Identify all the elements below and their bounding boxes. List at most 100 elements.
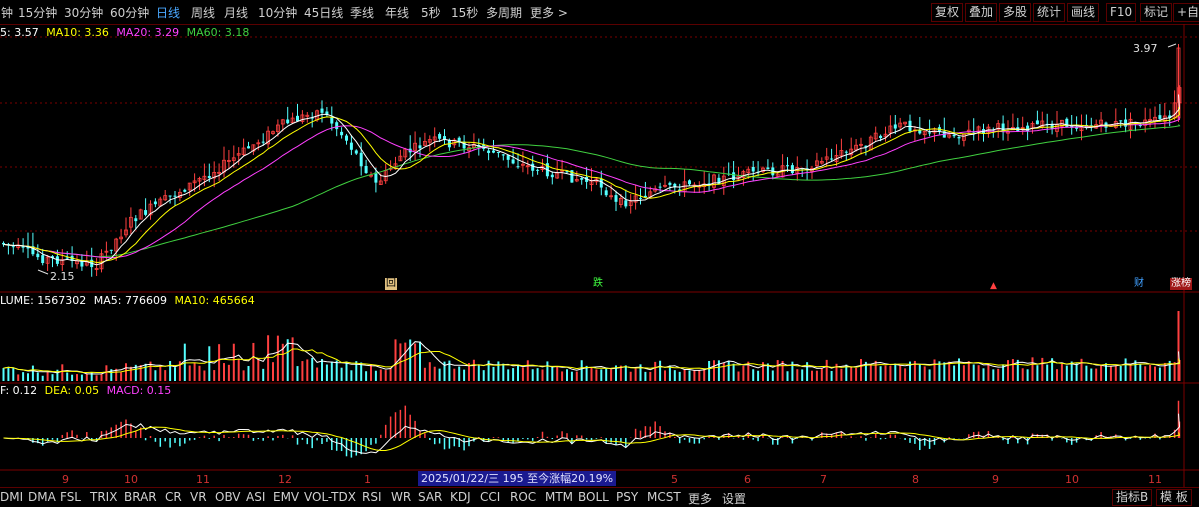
die-marker[interactable]: 跌: [592, 278, 604, 290]
candle-body: [957, 137, 961, 139]
candle-body: [340, 131, 344, 136]
indicator-psy[interactable]: PSY: [616, 490, 638, 504]
indicator-brar[interactable]: BRAR: [124, 490, 157, 504]
low-price-label: 2.15: [50, 270, 75, 283]
month-label: 6: [744, 473, 751, 486]
indicator-cr[interactable]: CR: [165, 490, 182, 504]
month-label: 1: [364, 473, 371, 486]
candle-body: [658, 186, 662, 188]
candle-body: [261, 141, 265, 143]
candle-body: [41, 255, 45, 264]
candle-body: [1001, 123, 1005, 132]
candle-body: [786, 165, 789, 167]
indicator-sar[interactable]: SAR: [418, 490, 442, 504]
indicator-asi[interactable]: ASI: [246, 490, 265, 504]
volume-ma10-value: MA10: 465664: [174, 294, 255, 307]
candle-body: [65, 257, 69, 259]
volume-legend: LUME: 1567302 MA5: 776609 MA10: 465664: [0, 294, 259, 307]
date-info-box: 2025/01/22/三 195 至今涨幅20.19%: [418, 471, 617, 486]
candle-body: [580, 178, 584, 180]
indicator-trix[interactable]: TRIX: [90, 490, 117, 504]
candle-body: [335, 122, 339, 130]
candle-body: [1035, 120, 1039, 125]
candle-body: [531, 163, 535, 171]
candle-body: [247, 146, 250, 149]
volume-ma5-value: MA5: 776609: [93, 294, 167, 307]
candle-body: [1119, 120, 1123, 122]
candle-body: [345, 135, 348, 141]
candle-body: [766, 167, 770, 170]
candle-body: [496, 152, 500, 154]
candle-body: [639, 197, 642, 199]
indicator-bar: DMI DMA FSL TRIX BRAR CR VR OBV ASI EMV …: [0, 487, 1199, 506]
candle-body: [296, 115, 299, 122]
macd-legend: F: 0.12 DEA: 0.05 MACD: 0.15: [0, 384, 175, 397]
indicator-more[interactable]: 更多: [688, 490, 712, 507]
candle-body: [511, 159, 515, 164]
template-button[interactable]: 模 板: [1156, 489, 1192, 506]
indicator-mtm[interactable]: MTM: [545, 490, 573, 504]
macd-value: MACD: 0.15: [106, 384, 172, 397]
candle-body: [879, 135, 883, 139]
candle-body: [487, 150, 491, 153]
candle-body: [349, 142, 353, 150]
high-pointer-line: [1167, 43, 1177, 48]
candle-body: [359, 152, 363, 167]
candle-body: [134, 218, 138, 222]
candle-body: [844, 151, 848, 153]
volume-value: LUME: 1567302: [0, 294, 87, 307]
candle-body: [364, 165, 368, 174]
month-label: 7: [820, 473, 827, 486]
indicator-vr[interactable]: VR: [190, 490, 207, 504]
month-label: 11: [196, 473, 210, 486]
up-arrow-icon: ▲: [990, 281, 997, 291]
indicator-rsi[interactable]: RSI: [362, 490, 382, 504]
indicator-mcst[interactable]: MCST: [647, 490, 681, 504]
candle-body: [168, 195, 172, 197]
month-label: 11: [1148, 473, 1162, 486]
indicator-dmi[interactable]: DMI: [0, 490, 23, 504]
month-label: 10: [1065, 473, 1079, 486]
candle-body: [501, 154, 505, 156]
indicator-dma[interactable]: DMA: [28, 490, 56, 504]
month-label: 8: [912, 473, 919, 486]
month-label: 9: [992, 473, 999, 486]
candle-body: [550, 174, 554, 178]
indicator-kdj[interactable]: KDJ: [450, 490, 471, 504]
candle-body: [438, 134, 442, 139]
candle-body: [536, 169, 540, 171]
dea-value: DEA: 0.05: [44, 384, 100, 397]
month-label: 10: [124, 473, 138, 486]
candle-body: [604, 190, 608, 196]
zhangbang-marker[interactable]: 涨榜: [1170, 278, 1192, 290]
candle-body: [952, 134, 956, 137]
month-label: 9: [62, 473, 69, 486]
cai-marker[interactable]: 财: [1133, 278, 1145, 290]
indicator-roc[interactable]: ROC: [510, 490, 536, 504]
indicator-emv[interactable]: EMV: [273, 490, 299, 504]
indicator-cci[interactable]: CCI: [480, 490, 500, 504]
hui-marker[interactable]: 回: [385, 278, 397, 290]
indicator-vol-tdx[interactable]: VOL-TDX: [304, 490, 356, 504]
candle-body: [418, 145, 422, 149]
candle-body: [492, 150, 495, 153]
candle-body: [36, 253, 40, 258]
indicator-fsl[interactable]: FSL: [60, 490, 81, 504]
indicator-obv[interactable]: OBV: [215, 490, 241, 504]
candle-body: [354, 150, 358, 154]
candle-body: [688, 180, 691, 185]
candle-body: [668, 182, 672, 185]
candle-body: [928, 132, 932, 134]
kline-chart[interactable]: [0, 0, 1199, 505]
candle-body: [183, 189, 187, 192]
candle-body: [830, 158, 834, 160]
candle-body: [732, 172, 736, 181]
candle-body: [516, 166, 520, 168]
candle-body: [374, 172, 378, 183]
month-label: 5: [671, 473, 678, 486]
indicator-settings[interactable]: 设置: [722, 490, 746, 507]
indicator-boll[interactable]: BOLL: [578, 490, 609, 504]
indicator-b-button[interactable]: 指标B: [1112, 489, 1153, 506]
candle-body: [506, 155, 510, 160]
indicator-wr[interactable]: WR: [391, 490, 411, 504]
